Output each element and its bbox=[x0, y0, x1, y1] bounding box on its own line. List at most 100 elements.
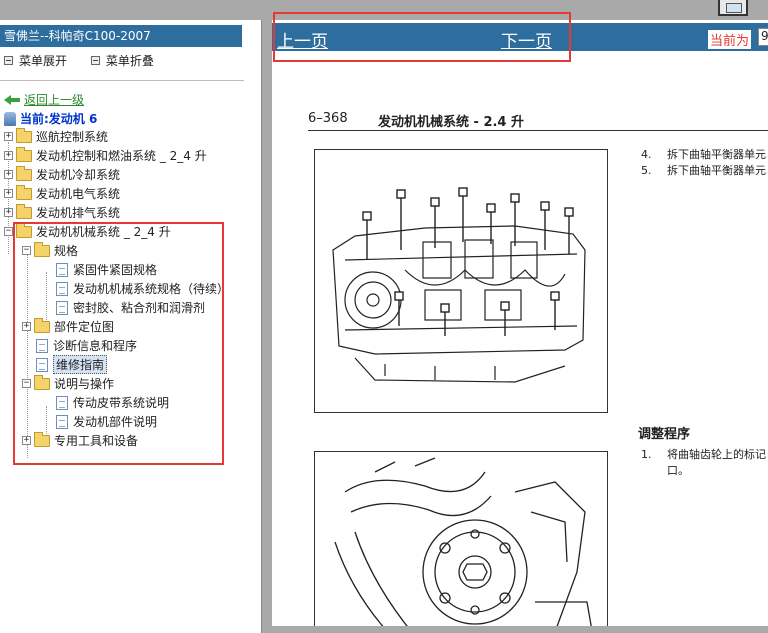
back-link[interactable]: 返回上一级 bbox=[4, 90, 84, 109]
computer-icon bbox=[4, 111, 16, 126]
document-icon bbox=[36, 357, 48, 372]
expand-toggle-icon[interactable]: + bbox=[4, 208, 13, 217]
folder-icon bbox=[16, 165, 32, 181]
crankshaft-gear-drawing bbox=[334, 457, 594, 633]
bottom-strip bbox=[272, 626, 768, 633]
tree-item-label: 密封胶、粘合剂和润滑剂 bbox=[73, 301, 206, 315]
document-icon bbox=[56, 395, 68, 410]
expand-toggle-icon[interactable]: + bbox=[22, 322, 31, 331]
steps-bottom: 1. 将曲轴齿轮上的标记 口。 bbox=[641, 447, 766, 479]
tree-item[interactable]: + 发动机排气系统 bbox=[4, 203, 120, 222]
collapse-toggle-icon[interactable]: − bbox=[22, 246, 31, 255]
tree-item[interactable]: + 发动机冷却系统 bbox=[4, 165, 120, 184]
tree-item[interactable]: 发动机部件说明 bbox=[56, 412, 157, 431]
tree-item-label: 维修指南 bbox=[53, 355, 108, 374]
tree-item-label: 发动机电气系统 bbox=[36, 187, 121, 201]
tree-item-label: 规格 bbox=[54, 244, 79, 258]
folder-open-icon bbox=[34, 241, 50, 257]
doc-page-number: 6–368 bbox=[308, 111, 348, 126]
doc-page-title: 发动机机械系统 - 2.4 升 bbox=[378, 115, 525, 130]
step-item: 1. 将曲轴齿轮上的标记 bbox=[641, 447, 766, 463]
tree-item-label: 专用工具和设备 bbox=[54, 434, 139, 448]
step-number: 4. bbox=[641, 148, 652, 161]
folder-icon bbox=[16, 184, 32, 200]
doc-page-header: 6–368 发动机机械系统 - 2.4 升 bbox=[308, 111, 768, 131]
tree-item[interactable]: + 专用工具和设备 bbox=[22, 431, 138, 450]
menu-expand-button[interactable]: 菜单展开 bbox=[4, 52, 67, 69]
tree-item[interactable]: + 发动机电气系统 bbox=[4, 184, 120, 203]
step-text: 拆下曲轴平衡器单元 bbox=[667, 148, 766, 161]
top-strip bbox=[0, 0, 768, 20]
back-arrow-icon bbox=[4, 94, 20, 105]
step-text: 口。 bbox=[667, 464, 689, 477]
folder-icon bbox=[16, 203, 32, 219]
expand-toggle-icon[interactable]: + bbox=[4, 189, 13, 198]
collapse-toggle-icon[interactable]: − bbox=[4, 227, 13, 236]
page-nav-bar: 上一页 下一页 当前为 9 bbox=[272, 23, 768, 52]
tree-item-label: 发动机机械系统 _ 2_4 升 bbox=[36, 225, 171, 239]
tree-item-selected[interactable]: 维修指南 bbox=[36, 355, 108, 374]
expand-toggle-icon[interactable]: + bbox=[4, 170, 13, 179]
tree-item-label: 发动机控制和燃油系统 _ 2_4 升 bbox=[36, 149, 207, 163]
document-icon bbox=[56, 262, 68, 277]
divider bbox=[0, 80, 244, 81]
prev-page-link[interactable]: 上一页 bbox=[277, 27, 328, 52]
tree-item-label: 发动机部件说明 bbox=[73, 415, 158, 429]
tree-item[interactable]: + 巡航控制系统 bbox=[4, 127, 108, 146]
steps-top: 4. 拆下曲轴平衡器单元 5. 拆下曲轴平衡器单元 bbox=[641, 147, 766, 179]
back-link-label: 返回上一级 bbox=[24, 93, 85, 107]
tree-guide-line bbox=[27, 252, 28, 458]
expand-toggle-icon[interactable]: + bbox=[4, 132, 13, 141]
tree-item-label: 巡航控制系统 bbox=[36, 130, 109, 144]
document-icon bbox=[56, 300, 68, 315]
page-number-field[interactable]: 9 bbox=[758, 28, 768, 46]
tree-item[interactable]: − 发动机机械系统 _ 2_4 升 bbox=[4, 222, 171, 241]
step-number: 1. bbox=[641, 448, 652, 461]
tree-item[interactable]: 诊断信息和程序 bbox=[36, 336, 137, 355]
menu-expand-label: 菜单展开 bbox=[19, 54, 68, 68]
current-node-label: 当前:发动机 6 bbox=[20, 112, 98, 126]
tree-item-label: 发动机冷却系统 bbox=[36, 168, 121, 182]
tree-item-label: 发动机机械系统规格（待续） bbox=[73, 282, 230, 296]
tree-item[interactable]: − 说明与操作 bbox=[22, 374, 114, 393]
folder-open-icon bbox=[34, 374, 50, 390]
current-node: 当前:发动机 6 bbox=[4, 109, 97, 128]
left-pane: 雪佛兰--科帕奇C100-2007 菜单展开 菜单折叠 返回上一级 当前:发动机… bbox=[0, 20, 262, 633]
pane-splitter[interactable] bbox=[262, 20, 272, 633]
tree-item-label: 部件定位图 bbox=[54, 320, 115, 334]
tree-item[interactable]: 传动皮带系统说明 bbox=[56, 393, 169, 412]
document-icon bbox=[36, 338, 48, 353]
right-pane: 上一页 下一页 当前为 9 6–368 发动机机械系统 - 2.4 升 4. 拆… bbox=[272, 20, 768, 633]
collapse-toggle-icon[interactable]: − bbox=[22, 379, 31, 388]
menu-collapse-button[interactable]: 菜单折叠 bbox=[90, 52, 154, 69]
tree-item[interactable]: 紧固件紧固规格 bbox=[56, 260, 157, 279]
step-text: 拆下曲轴平衡器单元 bbox=[667, 164, 766, 177]
adjust-procedure-heading: 调整程序 bbox=[638, 427, 691, 442]
expand-toggle-icon[interactable]: + bbox=[22, 436, 31, 445]
tree-item-label: 传动皮带系统说明 bbox=[73, 396, 170, 410]
engine-block-drawing bbox=[332, 187, 586, 383]
folder-icon bbox=[16, 127, 32, 143]
step-number: 5. bbox=[641, 164, 652, 177]
expand-toggle-icon[interactable]: + bbox=[4, 151, 13, 160]
step-text: 将曲轴齿轮上的标记 bbox=[667, 448, 766, 461]
document-icon bbox=[56, 414, 68, 429]
tree-item[interactable]: 密封胶、粘合剂和润滑剂 bbox=[56, 298, 205, 317]
menu-collapse-label: 菜单折叠 bbox=[105, 54, 154, 68]
tree-item[interactable]: 发动机机械系统规格（待续） bbox=[56, 279, 229, 298]
tree-item-label: 发动机排气系统 bbox=[36, 206, 121, 220]
folder-icon bbox=[34, 431, 50, 447]
current-page-label: 当前为 bbox=[708, 30, 752, 49]
tree-item-label: 诊断信息和程序 bbox=[53, 339, 138, 353]
tree-item[interactable]: + 部件定位图 bbox=[22, 317, 114, 336]
tree-item[interactable]: − 规格 bbox=[22, 241, 78, 260]
tree-item[interactable]: + 发动机控制和燃油系统 _ 2_4 升 bbox=[4, 146, 207, 165]
window-icon[interactable] bbox=[718, 0, 748, 16]
step-item: 4. 拆下曲轴平衡器单元 bbox=[641, 147, 766, 163]
next-page-link[interactable]: 下一页 bbox=[501, 27, 552, 52]
tree-item-label: 说明与操作 bbox=[54, 377, 115, 391]
engine-figure-2 bbox=[314, 451, 608, 633]
tree-item-label: 紧固件紧固规格 bbox=[73, 263, 158, 277]
expand-icon bbox=[4, 56, 13, 65]
document-icon bbox=[56, 281, 68, 296]
